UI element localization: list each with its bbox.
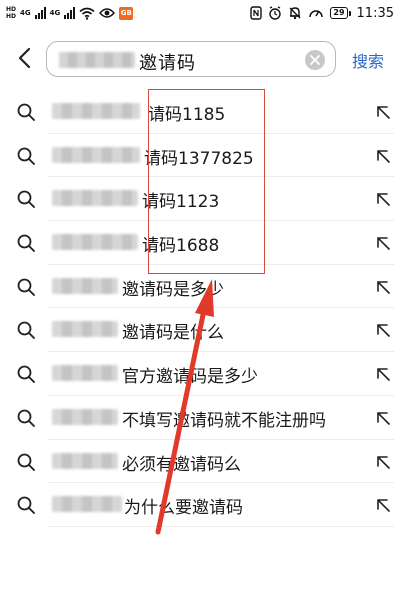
arrow-up-left-icon: [377, 106, 390, 119]
redacted-text: [52, 146, 140, 163]
chevron-left-icon: [18, 47, 31, 69]
network-type-2: 4G: [49, 8, 61, 17]
arrow-up-left-icon: [377, 455, 390, 469]
search-icon: [17, 322, 35, 340]
bell-icon: [289, 7, 301, 20]
suggestion-label: 邀请码是多少: [122, 279, 224, 300]
status-bar: HD HD 4G 4G GB 29 11:35: [0, 0, 404, 28]
fill-query-button[interactable]: [372, 319, 394, 341]
clear-button[interactable]: [305, 50, 325, 70]
fill-query-button[interactable]: [372, 232, 394, 254]
arrow-up-left-icon: [377, 412, 390, 425]
suggestion-item[interactable]: 必须有邀请码么: [17, 440, 394, 484]
fill-query-button[interactable]: [372, 407, 394, 429]
fill-query-button[interactable]: [372, 145, 394, 167]
hd-indicator: HD HD: [6, 6, 16, 20]
network-type-1: 4G: [20, 8, 31, 17]
search-input[interactable]: 邀请码: [46, 41, 336, 77]
search-icon: [17, 190, 35, 209]
redacted-query-prefix: [59, 52, 135, 68]
alarm-icon: [269, 6, 282, 20]
search-icon: [17, 278, 35, 296]
arrow-up-left-icon: [377, 324, 390, 338]
network-label-2: 4G: [49, 8, 61, 17]
app-notification-icon: GB: [119, 6, 134, 20]
redacted-text: [52, 190, 138, 207]
wifi-icon: [79, 7, 95, 20]
search-icon: [17, 147, 35, 165]
arrow-up-left-icon: [377, 193, 390, 207]
fill-query-button[interactable]: [372, 494, 394, 516]
back-button[interactable]: [10, 44, 38, 72]
suggestion-label: 请码1123: [142, 192, 220, 213]
status-right: 29 11:35: [250, 4, 394, 22]
suggestion-label: 官方邀请码是多少: [122, 367, 258, 388]
fill-query-button[interactable]: [372, 451, 394, 473]
search-icon: [17, 365, 35, 384]
suggestion-item[interactable]: 请码1377825: [17, 134, 394, 178]
nfc-icon: [250, 6, 263, 20]
search-query-text: 邀请码: [139, 53, 196, 74]
screen: HD HD 4G 4G GB 29 11:35 邀请码 搜索 请码1185 请码…: [0, 0, 404, 615]
suggestion-item[interactable]: 邀请码是什么: [17, 308, 394, 353]
suggestion-label: 为什么要邀请码: [124, 498, 243, 519]
battery-icon: 29: [330, 7, 351, 19]
arrow-up-left-icon: [377, 237, 390, 250]
network-label-1: 4G: [20, 8, 31, 17]
suggestion-item[interactable]: 请码1688: [17, 221, 394, 265]
search-icon: [17, 496, 35, 515]
fill-query-button[interactable]: [372, 188, 394, 210]
suggestion-label: 必须有邀请码么: [122, 454, 241, 475]
fill-query-button[interactable]: [372, 101, 394, 123]
suggestion-item[interactable]: 邀请码是多少: [17, 265, 394, 309]
speed-icon: [309, 10, 324, 18]
search-icon: [17, 453, 35, 471]
battery-level: 29: [330, 7, 348, 19]
suggestion-item[interactable]: 不填写邀请码就不能注册吗: [17, 396, 394, 440]
search-icon: [17, 234, 35, 253]
redacted-text: [52, 234, 138, 251]
hd-bottom-label: HD: [6, 13, 17, 20]
suggestion-item[interactable]: 为什么要邀请码: [17, 483, 394, 527]
redacted-text: [52, 277, 118, 294]
suggestion-list: 请码1185 请码1377825 请码1123 请码1688 邀请码是多少 邀请…: [0, 90, 404, 527]
signal-icon-2: [64, 7, 76, 19]
arrow-up-left-icon: [377, 499, 390, 512]
signal-icon: [34, 7, 46, 19]
suggestion-item[interactable]: 请码1123: [17, 177, 394, 222]
suggestion-label: 请码1377825: [144, 148, 254, 169]
redacted-text: [52, 496, 122, 513]
arrow-up-left-icon: [377, 149, 390, 163]
eye-icon: [99, 8, 116, 18]
suggestion-label: 邀请码是什么: [122, 323, 224, 344]
suggestion-item[interactable]: 请码1185: [17, 90, 394, 134]
search-button[interactable]: 搜索: [352, 48, 384, 72]
suggestion-label: 请码1688: [142, 236, 220, 257]
arrow-up-left-icon: [377, 280, 390, 294]
suggestion-label: 请码1185: [148, 105, 226, 125]
search-icon: [17, 103, 35, 121]
redacted-text: [52, 452, 118, 469]
redacted-text: [52, 365, 118, 382]
redacted-text: [52, 103, 140, 119]
search-icon: [17, 409, 35, 427]
status-left: HD HD 4G 4G GB: [6, 4, 134, 22]
redacted-text: [52, 408, 118, 425]
arrow-up-left-icon: [377, 368, 390, 381]
suggestion-item[interactable]: 官方邀请码是多少: [17, 352, 394, 396]
clock: 11:35: [356, 5, 394, 21]
hd-top-label: HD: [6, 6, 17, 13]
close-icon: [310, 55, 320, 65]
redacted-text: [52, 321, 118, 338]
fill-query-button[interactable]: [372, 363, 394, 385]
suggestion-label: 不填写邀请码就不能注册吗: [122, 410, 326, 431]
fill-query-button[interactable]: [372, 276, 394, 298]
